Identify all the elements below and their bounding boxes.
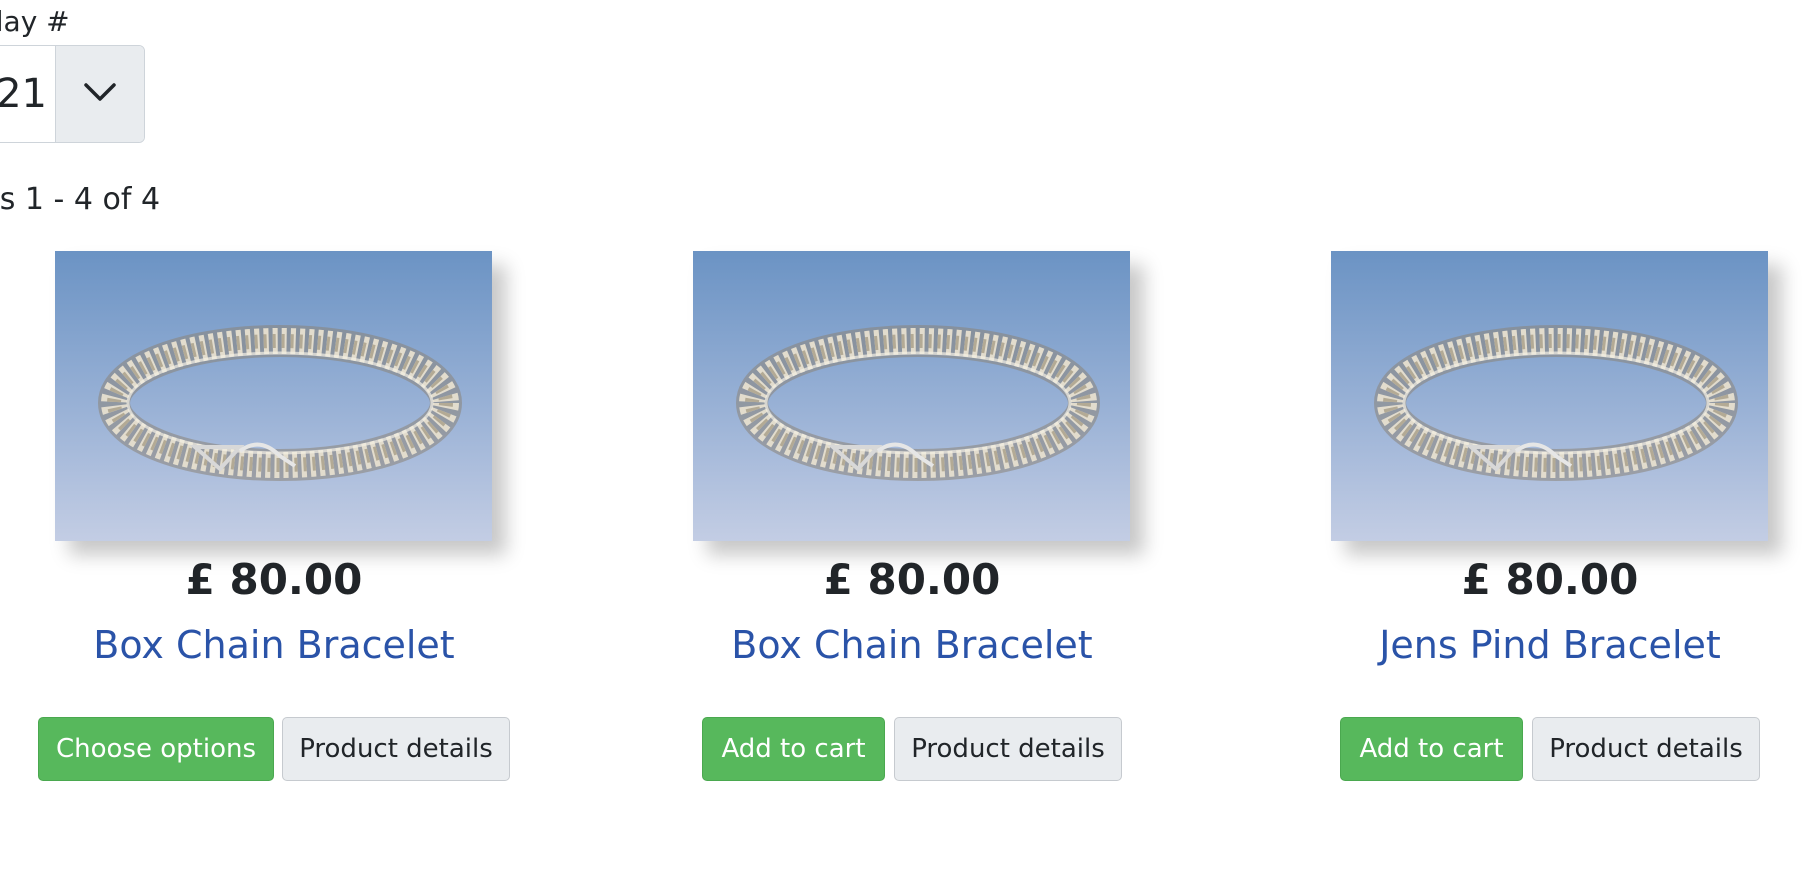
product-name-link[interactable]: Jens Pind Bracelet bbox=[1290, 615, 1810, 675]
product-card: £ 80.00 Jens Pind Bracelet Add to cart P… bbox=[1290, 251, 1790, 811]
product-card: £ 80.00 Box Chain Bracelet Choose option… bbox=[14, 251, 514, 811]
display-count-select[interactable]: 21 bbox=[0, 45, 145, 143]
product-card: £ 80.00 Box Chain Bracelet Add to cart P… bbox=[652, 251, 1152, 811]
results-count: ts 1 - 4 of 4 bbox=[0, 182, 161, 217]
product-image[interactable] bbox=[55, 251, 492, 541]
choose-options-button[interactable]: Choose options bbox=[38, 717, 274, 781]
add-to-cart-button[interactable]: Add to cart bbox=[702, 717, 885, 781]
product-name-link[interactable]: Box Chain Bracelet bbox=[652, 615, 1172, 675]
chevron-down-icon bbox=[83, 82, 117, 106]
display-count-label: play # bbox=[0, 5, 70, 38]
display-count-toggle[interactable] bbox=[55, 46, 144, 142]
product-listing-page: play # 21 ts 1 - 4 of 4 £ 80.00 Box Chai… bbox=[0, 0, 1815, 890]
display-count-value: 21 bbox=[0, 71, 47, 117]
product-price: £ 80.00 bbox=[185, 555, 363, 604]
product-image[interactable] bbox=[1331, 251, 1768, 541]
product-name-link[interactable]: Box Chain Bracelet bbox=[14, 615, 534, 675]
product-image[interactable] bbox=[693, 251, 1130, 541]
product-details-button[interactable]: Product details bbox=[894, 717, 1122, 781]
product-details-button[interactable]: Product details bbox=[1532, 717, 1760, 781]
product-price: £ 80.00 bbox=[1461, 555, 1639, 604]
product-price: £ 80.00 bbox=[823, 555, 1001, 604]
product-details-button[interactable]: Product details bbox=[282, 717, 510, 781]
add-to-cart-button[interactable]: Add to cart bbox=[1340, 717, 1523, 781]
